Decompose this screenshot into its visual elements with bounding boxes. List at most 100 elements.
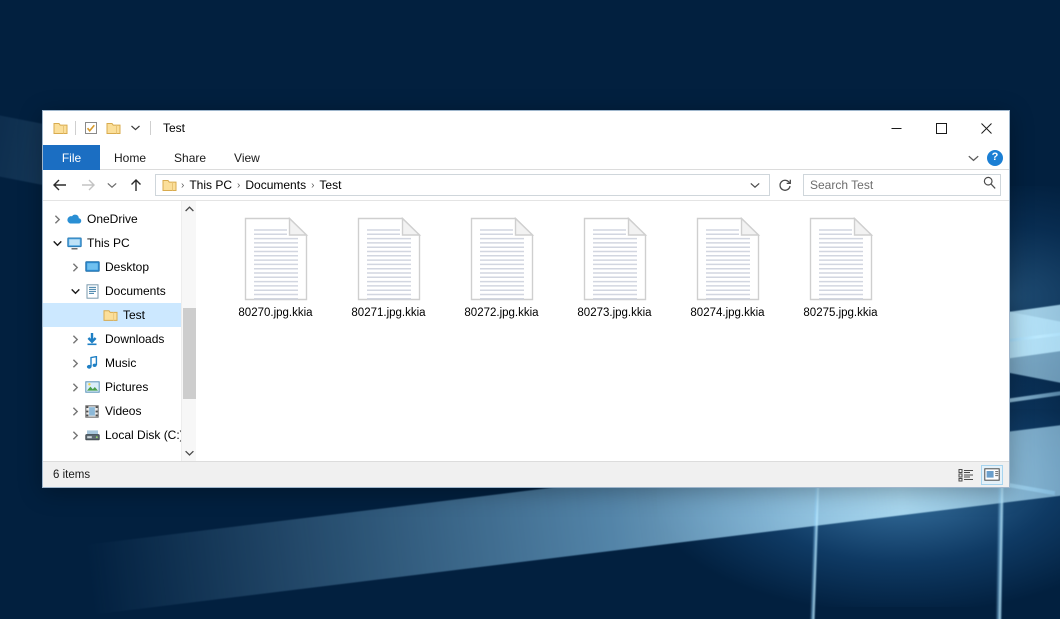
tab-home[interactable]: Home (100, 145, 160, 170)
onedrive-cloud-icon (65, 213, 83, 225)
chevron-collapsed-icon[interactable] (67, 359, 83, 368)
tab-share[interactable]: Share (160, 145, 220, 170)
sidebar-item-label: OneDrive (87, 212, 138, 226)
navigation-scrollbar[interactable] (181, 201, 196, 461)
large-icons-view-button[interactable] (981, 465, 1003, 485)
chevron-collapsed-icon[interactable] (67, 335, 83, 344)
scroll-up-arrow-icon[interactable] (182, 201, 197, 217)
navigation-pane: OneDrive This PC Desktop Documents Test Downl… (43, 201, 197, 461)
up-button[interactable] (123, 173, 149, 197)
sidebar-item-label: Music (105, 356, 136, 370)
videos-icon (83, 405, 101, 418)
file-item[interactable]: 80271.jpg.kkia (332, 213, 445, 333)
documents-icon (83, 284, 101, 299)
sidebar-item-documents[interactable]: Documents (43, 279, 196, 303)
breadcrumb-separator-0: › (179, 180, 186, 191)
pictures-icon (83, 381, 101, 393)
file-name-label: 80270.jpg.kkia (238, 307, 312, 319)
file-name-label: 80273.jpg.kkia (577, 307, 651, 319)
scrollbar-track[interactable] (182, 217, 197, 445)
file-name-label: 80275.jpg.kkia (803, 307, 877, 319)
file-item[interactable]: 80270.jpg.kkia (219, 213, 332, 333)
generic-file-icon (808, 217, 874, 301)
qat-separator (75, 121, 76, 135)
window-body: OneDrive This PC Desktop Documents Test Downl… (43, 200, 1009, 461)
folder-icon (101, 309, 119, 322)
file-explorer-window: Test File Home Share View ? (42, 110, 1010, 488)
sidebar-item-pictures[interactable]: Pictures (43, 375, 196, 399)
chevron-collapsed-icon[interactable] (49, 215, 65, 224)
chevron-collapsed-icon[interactable] (67, 431, 83, 440)
downloads-arrow-icon (83, 332, 101, 346)
sidebar-item-local-disk-c[interactable]: Local Disk (C:) (43, 423, 196, 447)
minimize-button[interactable] (874, 111, 919, 145)
sidebar-item-videos[interactable]: Videos (43, 399, 196, 423)
customize-qat-chevron-icon[interactable] (124, 117, 146, 139)
sidebar-item-test[interactable]: Test (43, 303, 196, 327)
ribbon-right-controls: ? (968, 145, 1003, 170)
ribbon-tab-bar: File Home Share View ? (43, 145, 1009, 170)
address-bar[interactable]: › This PC › Documents › Test (155, 174, 770, 196)
properties-icon[interactable] (80, 117, 102, 139)
address-bar-right-controls (745, 175, 767, 195)
view-toggle-group (955, 465, 1003, 485)
refresh-icon[interactable] (775, 175, 795, 195)
chevron-collapsed-icon[interactable] (67, 263, 83, 272)
previous-locations-chevron-icon[interactable] (745, 175, 765, 195)
sidebar-item-label: Downloads (105, 332, 164, 346)
sidebar-item-label: Videos (105, 404, 141, 418)
folder-icon[interactable] (49, 117, 71, 139)
file-item[interactable]: 80273.jpg.kkia (558, 213, 671, 333)
generic-file-icon (469, 217, 535, 301)
sidebar-item-label: Local Disk (C:) (105, 428, 184, 442)
breadcrumb-separator-2: › (309, 180, 316, 191)
search-icon[interactable] (983, 176, 996, 194)
recent-locations-chevron-icon[interactable] (103, 173, 121, 197)
sidebar-item-desktop[interactable]: Desktop (43, 255, 196, 279)
sidebar-item-label: Test (123, 308, 145, 322)
file-name-label: 80274.jpg.kkia (690, 307, 764, 319)
file-name-label: 80271.jpg.kkia (351, 307, 425, 319)
close-button[interactable] (964, 111, 1009, 145)
breadcrumb-documents[interactable]: Documents (242, 178, 309, 192)
file-item[interactable]: 80275.jpg.kkia (784, 213, 897, 333)
scrollbar-thumb[interactable] (183, 308, 196, 399)
search-box[interactable]: Search Test (803, 174, 1001, 196)
file-item[interactable]: 80272.jpg.kkia (445, 213, 558, 333)
breadcrumb-this-pc[interactable]: This PC (186, 178, 235, 192)
scroll-down-arrow-icon[interactable] (182, 445, 197, 461)
this-pc-monitor-icon (65, 237, 83, 250)
chevron-collapsed-icon[interactable] (67, 407, 83, 416)
generic-file-icon (695, 217, 761, 301)
breadcrumb-test[interactable]: Test (316, 178, 344, 192)
chevron-expanded-icon[interactable] (49, 240, 65, 247)
address-bar-row: › This PC › Documents › Test Search Test (43, 170, 1009, 200)
sidebar-item-music[interactable]: Music (43, 351, 196, 375)
new-folder-icon[interactable] (102, 117, 124, 139)
qat-separator-2 (150, 121, 151, 135)
generic-file-icon (243, 217, 309, 301)
expand-ribbon-chevron-icon[interactable] (968, 149, 979, 167)
maximize-button[interactable] (919, 111, 964, 145)
details-view-button[interactable] (955, 465, 977, 485)
file-item[interactable]: 80274.jpg.kkia (671, 213, 784, 333)
help-icon[interactable]: ? (987, 150, 1003, 166)
tab-file[interactable]: File (43, 145, 100, 170)
quick-access-toolbar (43, 117, 155, 139)
forward-button[interactable] (75, 173, 101, 197)
sidebar-item-downloads[interactable]: Downloads (43, 327, 196, 351)
search-input[interactable]: Search Test (810, 178, 983, 192)
hard-drive-icon (83, 429, 101, 441)
sidebar-item-this-pc[interactable]: This PC (43, 231, 196, 255)
chevron-expanded-icon[interactable] (67, 288, 83, 295)
status-bar: 6 items (43, 461, 1009, 487)
tab-view[interactable]: View (220, 145, 274, 170)
sidebar-item-label: Documents (105, 284, 166, 298)
sidebar-item-onedrive[interactable]: OneDrive (43, 207, 196, 231)
generic-file-icon (582, 217, 648, 301)
sidebar-item-label: This PC (87, 236, 130, 250)
chevron-collapsed-icon[interactable] (67, 383, 83, 392)
folder-tree: OneDrive This PC Desktop Documents Test Downl… (43, 207, 196, 447)
file-list-view[interactable]: 80270.jpg.kkia 80271.jpg.kkia 80272.jpg.… (197, 201, 1009, 461)
back-button[interactable] (47, 173, 73, 197)
